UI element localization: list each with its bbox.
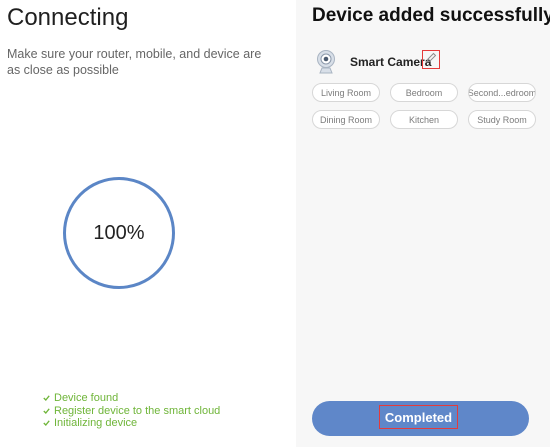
room-chip-living-room[interactable]: Living Room: [312, 83, 380, 102]
check-icon: [42, 407, 50, 415]
status-item: Device found: [42, 392, 220, 405]
device-name: Smart Camera: [350, 55, 432, 69]
check-icon: [42, 419, 50, 427]
completed-button[interactable]: Completed: [312, 401, 529, 436]
edit-device-name-button[interactable]: [422, 50, 440, 69]
completed-button-label: Completed: [379, 405, 458, 429]
progress-percent: 100%: [93, 221, 145, 244]
room-chip-dining-room[interactable]: Dining Room: [312, 110, 380, 129]
device-info-row: Smart Camera: [312, 49, 532, 77]
device-added-screen: Device added successfully Smart Camera L…: [296, 0, 550, 447]
connecting-instructions: Make sure your router, mobile, and devic…: [7, 47, 262, 77]
device-added-title: Device added successfully: [312, 5, 550, 26]
room-chip-second-bedroom[interactable]: Second...edroom: [468, 83, 536, 102]
camera-icon: [313, 49, 339, 75]
progress-circle: 100%: [63, 177, 175, 289]
pencil-icon: [425, 52, 437, 67]
status-label: Device found: [54, 392, 119, 405]
status-label: Initializing device: [54, 417, 138, 430]
status-item: Initializing device: [42, 417, 220, 430]
connecting-screen: Connecting Make sure your router, mobile…: [0, 0, 296, 447]
check-icon: [42, 394, 50, 402]
room-chip-kitchen[interactable]: Kitchen: [390, 110, 458, 129]
status-label: Register device to the smart cloud: [54, 404, 221, 417]
connecting-title: Connecting: [7, 4, 129, 31]
connection-status-list: Device found Register device to the smar…: [42, 392, 220, 430]
status-item: Register device to the smart cloud: [42, 405, 220, 418]
room-chip-bedroom[interactable]: Bedroom: [390, 83, 458, 102]
room-chip-study-room[interactable]: Study Room: [468, 110, 536, 129]
room-selector: Living Room Bedroom Second...edroom Dini…: [312, 83, 536, 129]
